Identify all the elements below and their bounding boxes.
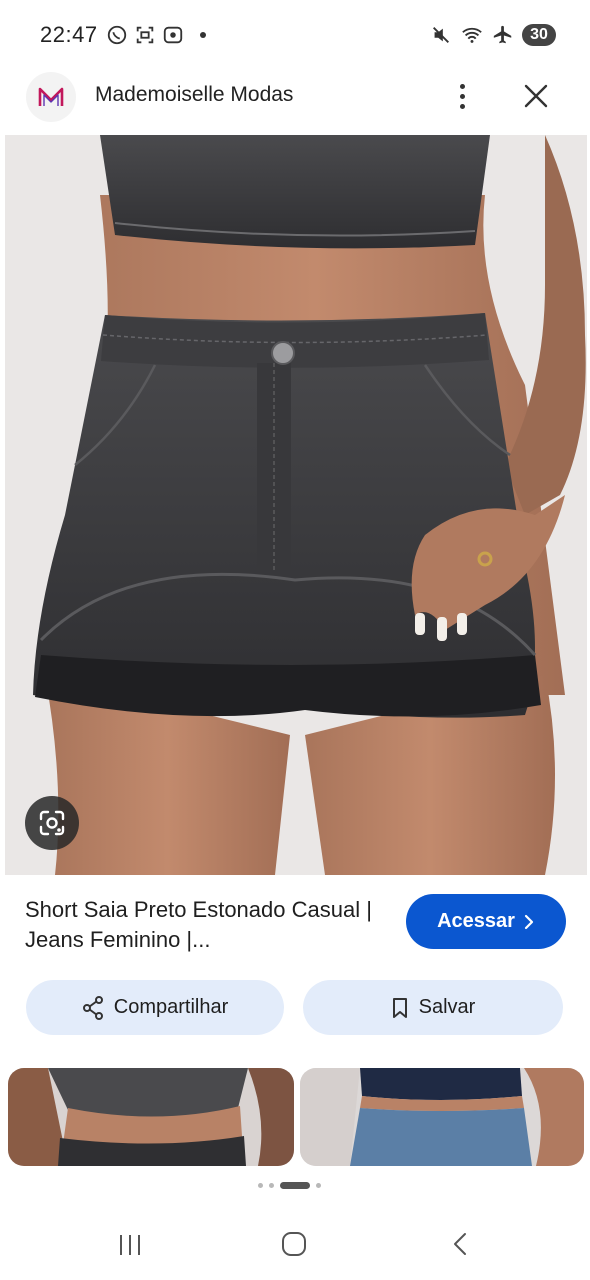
more-notifications-dot bbox=[200, 32, 206, 38]
more-dot-icon bbox=[459, 103, 465, 109]
close-button[interactable] bbox=[518, 78, 554, 114]
lens-button[interactable] bbox=[25, 796, 79, 850]
airplane-icon bbox=[493, 25, 512, 44]
more-dot-icon bbox=[459, 83, 465, 89]
wifi-icon bbox=[462, 27, 482, 43]
mute-icon bbox=[433, 27, 449, 43]
screenshot-icon bbox=[136, 26, 154, 44]
product-image[interactable] bbox=[5, 135, 587, 875]
chevron-right-icon bbox=[524, 914, 534, 929]
battery-icon: 30 bbox=[522, 24, 556, 46]
product-title[interactable]: Short Saia Preto Estonado Casual | Jeans… bbox=[25, 895, 385, 955]
more-dot-icon bbox=[459, 93, 465, 99]
product-photo bbox=[5, 135, 587, 875]
page-dot bbox=[258, 1183, 263, 1188]
bookmark-icon bbox=[392, 997, 407, 1018]
page-dot bbox=[269, 1183, 274, 1188]
save-button-label: Salvar bbox=[418, 996, 476, 1018]
visit-button-label: Acessar bbox=[437, 910, 515, 932]
site-logo[interactable] bbox=[26, 72, 76, 122]
notification-icons bbox=[106, 24, 206, 46]
lens-icon bbox=[39, 810, 65, 836]
recent-apps-button[interactable] bbox=[117, 1233, 143, 1257]
share-icon bbox=[82, 995, 103, 1020]
whatsapp-icon bbox=[107, 25, 127, 45]
save-button[interactable]: Salvar bbox=[303, 980, 563, 1035]
related-image[interactable] bbox=[300, 1068, 584, 1166]
home-button[interactable] bbox=[281, 1231, 307, 1257]
page-dot bbox=[316, 1183, 321, 1188]
system-icons: 30 bbox=[430, 24, 556, 46]
status-time: 22:47 bbox=[40, 22, 98, 47]
related-image-photo bbox=[300, 1068, 584, 1166]
related-image[interactable] bbox=[8, 1068, 294, 1166]
record-icon bbox=[163, 26, 183, 44]
page-dot-active bbox=[280, 1182, 310, 1189]
share-button[interactable]: Compartilhar bbox=[26, 980, 284, 1035]
carousel-indicator bbox=[258, 1182, 321, 1189]
related-image-photo bbox=[8, 1068, 294, 1166]
site-logo-icon bbox=[38, 87, 64, 106]
app-header: Mademoiselle Modas bbox=[0, 70, 590, 132]
more-options-button[interactable] bbox=[448, 78, 476, 114]
status-bar: 22:47 30 bbox=[0, 0, 590, 70]
site-name[interactable]: Mademoiselle Modas bbox=[95, 83, 293, 107]
share-button-label: Compartilhar bbox=[113, 996, 229, 1018]
back-button[interactable] bbox=[450, 1231, 470, 1257]
visit-button[interactable]: Acessar bbox=[406, 894, 566, 949]
navigation-bar bbox=[0, 1205, 590, 1280]
